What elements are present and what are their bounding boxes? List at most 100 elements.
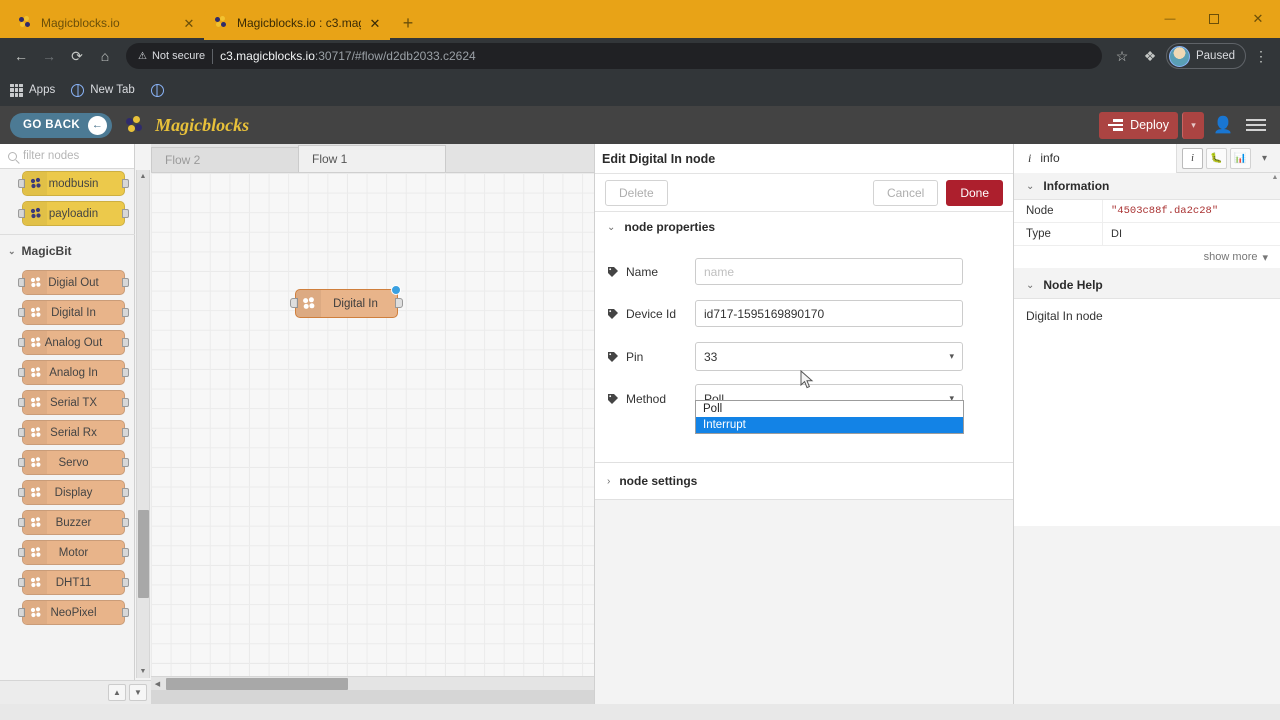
device-id-input[interactable] bbox=[695, 300, 963, 327]
palette-node-serial-tx[interactable]: Serial TX bbox=[18, 390, 129, 415]
canvas-bottom-bar bbox=[151, 690, 594, 704]
window-minimize-icon[interactable] bbox=[1148, 0, 1192, 38]
magicblocks-favicon bbox=[19, 15, 34, 31]
expand-all-icon[interactable]: ▼ bbox=[129, 684, 147, 701]
cancel-button[interactable]: Cancel bbox=[872, 179, 939, 206]
name-input[interactable] bbox=[695, 258, 963, 285]
palette-node-digial-out[interactable]: Digial Out bbox=[18, 270, 129, 295]
palette-footer: ▲ ▼ bbox=[0, 680, 151, 704]
new-tab-button[interactable]: + bbox=[394, 9, 422, 37]
pin-select[interactable]: 33 ▾ bbox=[695, 342, 963, 371]
palette-node-label: Buzzer bbox=[55, 516, 92, 529]
palette-node-analog-in[interactable]: Analog In bbox=[18, 360, 129, 385]
palette-node-serial-rx[interactable]: Serial Rx bbox=[18, 420, 129, 445]
debug-bug-icon[interactable]: 🐛 bbox=[1206, 147, 1227, 169]
scroll-up-icon[interactable]: ▲ bbox=[137, 170, 149, 183]
flow-node-digital-in[interactable]: Digital In bbox=[290, 285, 403, 318]
hamburger-icon[interactable] bbox=[1242, 116, 1270, 134]
palette-node-label: Servo bbox=[58, 456, 89, 469]
palette-node-display[interactable]: Display bbox=[18, 480, 129, 505]
palette-scrollbar-thumb[interactable] bbox=[138, 510, 149, 598]
tab-info[interactable]: i info bbox=[1014, 143, 1177, 173]
edit-node-panel: Edit Digital In node Delete Cancel Done … bbox=[594, 144, 1014, 704]
scroll-left-icon[interactable]: ◀ bbox=[151, 677, 164, 691]
puzzle-icon bbox=[23, 601, 47, 624]
form-row-device-id: Device Id bbox=[595, 300, 1013, 327]
browser-tab-1-close-icon[interactable]: ✕ bbox=[182, 17, 196, 30]
node-settings-section-header[interactable]: › node settings bbox=[595, 462, 1013, 500]
flow-canvas-grid[interactable]: Digital In bbox=[151, 173, 594, 690]
device-id-field-control bbox=[695, 300, 963, 327]
information-section-header[interactable]: ⌄ Information bbox=[1014, 173, 1280, 199]
back-icon[interactable]: ← bbox=[8, 43, 34, 69]
palette-node-servo[interactable]: Servo bbox=[18, 450, 129, 475]
deploy-button[interactable]: Deploy bbox=[1099, 111, 1178, 139]
tag-icon bbox=[608, 393, 618, 404]
browser-tab-2[interactable]: Magicblocks.io : c3.magicblocks. ✕ bbox=[204, 8, 390, 40]
puzzle-icon bbox=[23, 481, 47, 504]
method-option-interrupt[interactable]: Interrupt bbox=[696, 417, 963, 433]
home-icon[interactable]: ⌂ bbox=[92, 43, 118, 69]
palette-scrollbar[interactable]: ▲ ▼ bbox=[136, 170, 150, 678]
address-bar[interactable]: ⚠ Not secure c3.magicblocks.io:30717/#fl… bbox=[126, 43, 1102, 69]
palette-node-buzzer[interactable]: Buzzer bbox=[18, 510, 129, 535]
node-output-port bbox=[122, 488, 129, 497]
done-button[interactable]: Done bbox=[946, 179, 1003, 206]
palette-node-modbusin[interactable]: modbusin bbox=[18, 171, 129, 196]
bookmark-3[interactable] bbox=[150, 83, 164, 97]
chevron-down-icon[interactable]: ▾ bbox=[1254, 148, 1275, 169]
scroll-down-icon[interactable]: ▼ bbox=[137, 665, 149, 678]
flow-tab-flow-2[interactable]: Flow 2 bbox=[151, 147, 299, 172]
browser-tab-2-title: Magicblocks.io : c3.magicblocks. bbox=[237, 16, 361, 30]
user-icon[interactable]: 👤 bbox=[1208, 115, 1238, 135]
show-more-button[interactable]: show more ▾ bbox=[1014, 246, 1280, 268]
go-back-button[interactable]: GO BACK ← bbox=[10, 112, 113, 138]
bookmark-apps[interactable]: Apps bbox=[10, 83, 55, 97]
canvas-scrollbar-thumb[interactable] bbox=[166, 678, 348, 690]
browser-menu-icon[interactable]: ⋮ bbox=[1250, 48, 1272, 65]
palette-node-label: Analog Out bbox=[44, 336, 103, 349]
node-output-port[interactable] bbox=[395, 298, 403, 308]
browser-tab-2-close-icon[interactable]: ✕ bbox=[368, 17, 382, 30]
palette-node-neopixel[interactable]: NeoPixel bbox=[18, 600, 129, 625]
dashboard-chart-icon[interactable]: 📊 bbox=[1230, 147, 1251, 169]
profile-button[interactable]: Paused bbox=[1165, 43, 1246, 69]
palette-node-label: payloadin bbox=[48, 207, 99, 220]
forward-icon[interactable]: → bbox=[36, 43, 62, 69]
collapse-all-icon[interactable]: ▲ bbox=[108, 684, 126, 701]
method-dropdown-list[interactable]: Poll Interrupt bbox=[695, 400, 964, 434]
canvas-horizontal-scrollbar[interactable]: ◀ bbox=[151, 676, 594, 690]
globe-icon bbox=[71, 83, 85, 97]
table-row: Node "4503c88f.da2c28" bbox=[1014, 199, 1280, 223]
palette-node-dht11[interactable]: DHT11 bbox=[18, 570, 129, 595]
palette-group-magicbit[interactable]: ⌄ MagicBit bbox=[0, 235, 135, 265]
node-help-section-header[interactable]: ⌄ Node Help bbox=[1014, 272, 1280, 298]
palette-magicbit-nodes: Digial Out Digital In Analog Out Analog In S… bbox=[0, 270, 135, 625]
extensions-puzzle-icon[interactable]: ❖ bbox=[1138, 48, 1162, 65]
magicblocks-favicon bbox=[215, 15, 230, 31]
deploy-dropdown-caret-icon[interactable]: ▾ bbox=[1182, 111, 1204, 139]
window-maximize-icon[interactable] bbox=[1192, 0, 1236, 38]
filter-nodes-box[interactable]: filter nodes bbox=[0, 144, 134, 169]
info-scroll-up-icon[interactable]: ▲ bbox=[1270, 174, 1280, 204]
info-icon[interactable]: i bbox=[1182, 147, 1203, 169]
window-close-icon[interactable] bbox=[1236, 0, 1280, 38]
palette-node-label: Serial TX bbox=[49, 396, 98, 409]
tag-icon bbox=[608, 308, 618, 319]
method-option-poll[interactable]: Poll bbox=[696, 401, 963, 417]
palette-node-digital-in[interactable]: Digital In bbox=[18, 300, 129, 325]
bookmark-star-icon[interactable]: ☆ bbox=[1110, 48, 1134, 65]
device-id-field-label: Device Id bbox=[626, 306, 677, 321]
not-secure-badge[interactable]: ⚠ Not secure bbox=[138, 50, 205, 62]
delete-button[interactable]: Delete bbox=[605, 179, 668, 206]
reload-icon[interactable]: ⟳ bbox=[64, 43, 90, 69]
palette-node-analog-out[interactable]: Analog Out bbox=[18, 330, 129, 355]
flow-tab-flow-1[interactable]: Flow 1 bbox=[298, 145, 446, 172]
palette-node-motor[interactable]: Motor bbox=[18, 540, 129, 565]
palette-node-payloadin[interactable]: payloadin bbox=[18, 201, 129, 226]
flow-node-label: Digital In bbox=[333, 297, 378, 310]
browser-tab-1[interactable]: Magicblocks.io ✕ bbox=[8, 8, 204, 38]
info-sidebar: i info i 🐛 📊 ▾ ⌄ Information Node "4503c… bbox=[1014, 143, 1280, 704]
node-properties-section-header[interactable]: ⌄ node properties bbox=[595, 212, 1013, 242]
bookmark-new-tab[interactable]: New Tab bbox=[71, 83, 135, 97]
